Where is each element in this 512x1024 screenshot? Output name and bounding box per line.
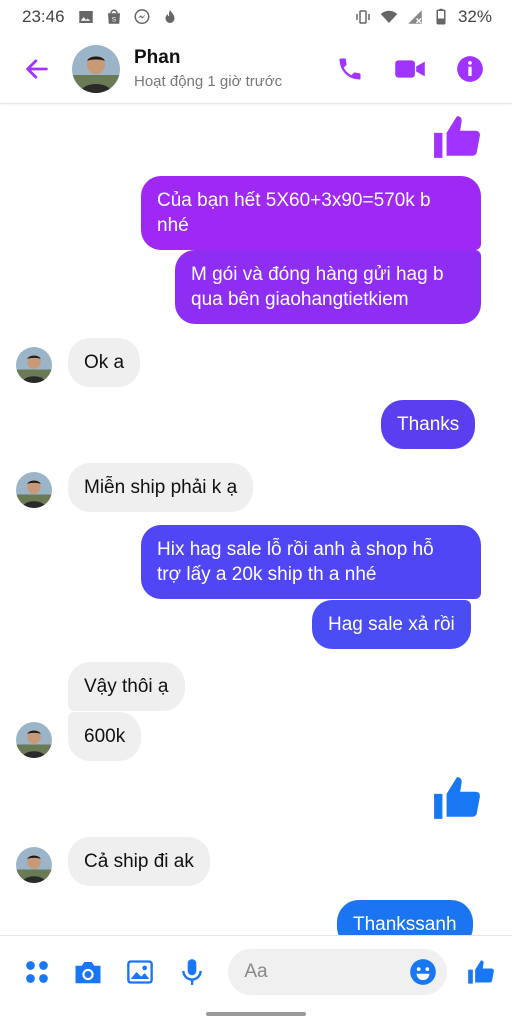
thumbs-up-icon	[434, 777, 480, 819]
contact-status: Hoạt động 1 giờ trước	[134, 73, 283, 90]
camera-button[interactable]	[73, 957, 103, 987]
mic-icon	[181, 958, 202, 985]
menu-icon	[25, 960, 48, 983]
sender-avatar[interactable]	[16, 722, 52, 758]
emoji-icon	[409, 958, 436, 985]
sender-avatar[interactable]	[16, 347, 52, 383]
message-bubble-outgoing[interactable]: Hag sale xả rồi	[312, 600, 471, 649]
status-bar: 23:46 S 32%	[0, 0, 512, 34]
image-icon	[77, 8, 95, 26]
contact-avatar[interactable]	[72, 44, 120, 93]
message-text: nhé	[157, 215, 189, 236]
message-text: Vậy thôi ạ	[84, 676, 169, 697]
more-actions-button[interactable]	[22, 957, 51, 987]
gallery-icon	[127, 959, 153, 984]
message-input[interactable]	[244, 960, 409, 983]
message-list[interactable]: Của bạn hết 5X60+3x90=570k b nhé M gói v…	[0, 105, 512, 935]
fire-icon	[161, 8, 179, 26]
phone-icon	[339, 58, 361, 79]
message-bubble-outgoing[interactable]: Thanks	[381, 400, 476, 449]
contact-info[interactable]: Phan Hoạt động 1 giờ trước	[134, 47, 282, 90]
thumbs-up-icon	[468, 959, 495, 984]
gallery-button[interactable]	[125, 957, 154, 987]
message-text: trợ lấy a 20k ship th a nhé	[157, 564, 377, 585]
sender-avatar[interactable]	[16, 847, 52, 883]
battery-percent: 32%	[457, 7, 492, 26]
message-bubble-incoming[interactable]: Vậy thôi ạ	[68, 662, 185, 711]
message-text: qua bên giaohangtietkiem	[191, 289, 409, 310]
info-button[interactable]	[454, 53, 486, 85]
svg-text:S: S	[111, 17, 116, 24]
message-bubble-outgoing[interactable]: Thankssanh	[337, 900, 473, 935]
message-bubble-outgoing[interactable]: M gói và đóng hàng gửi hag b qua bên gia…	[175, 250, 481, 324]
voice-button[interactable]	[177, 957, 206, 987]
message-text: M gói và đóng hàng gửi hag b	[191, 264, 444, 285]
back-button[interactable]	[12, 44, 62, 94]
message-bubble-incoming[interactable]: Cả ship đi ak	[68, 837, 210, 886]
message-text: Hix hag sale lỗ rồi anh à shop hỗ	[157, 539, 434, 560]
emoji-button[interactable]	[409, 958, 437, 986]
wifi-icon	[380, 8, 398, 26]
message-text: Thankssanh	[353, 914, 457, 935]
video-call-button[interactable]	[394, 53, 426, 85]
message-text: 600k	[84, 726, 126, 747]
message-bubble-incoming[interactable]: Miễn ship phải k ạ	[68, 463, 254, 512]
conversation-header: Phan Hoạt động 1 giờ trước	[0, 34, 512, 104]
info-icon	[457, 55, 483, 82]
vibrate-icon	[354, 8, 372, 26]
message-input-container[interactable]	[228, 948, 447, 995]
video-camera-icon	[395, 59, 425, 78]
shop-icon: S	[105, 8, 123, 26]
contact-name: Phan	[134, 47, 181, 68]
message-text: Cả ship đi ak	[84, 851, 194, 872]
call-button[interactable]	[334, 53, 366, 85]
message-composer	[0, 935, 512, 1007]
message-text: Của bạn hết 5X60+3x90=570k b	[157, 190, 431, 211]
send-like-button[interactable]	[467, 957, 496, 987]
message-text: Thanks	[397, 414, 460, 435]
message-text: Miễn ship phải k ạ	[84, 477, 238, 498]
message-text: Ok a	[84, 352, 125, 373]
message-bubble-incoming[interactable]: Ok a	[68, 338, 141, 387]
no-signal-icon	[406, 8, 424, 26]
camera-icon	[75, 961, 101, 983]
message-bubble-outgoing[interactable]: Của bạn hết 5X60+3x90=570k b nhé	[141, 176, 481, 250]
message-text: Hag sale xả rồi	[328, 614, 455, 635]
back-arrow-icon	[26, 58, 48, 79]
status-time: 23:46	[22, 7, 65, 26]
message-bubble-incoming[interactable]: 600k	[68, 712, 142, 761]
home-indicator[interactable]	[206, 1012, 306, 1016]
battery-icon	[432, 8, 450, 26]
message-bubble-outgoing[interactable]: Hix hag sale lỗ rồi anh à shop hỗ trợ lấ…	[141, 525, 481, 599]
sender-avatar[interactable]	[16, 472, 52, 508]
messenger-icon	[133, 8, 151, 26]
thumbs-up-icon	[434, 116, 480, 158]
